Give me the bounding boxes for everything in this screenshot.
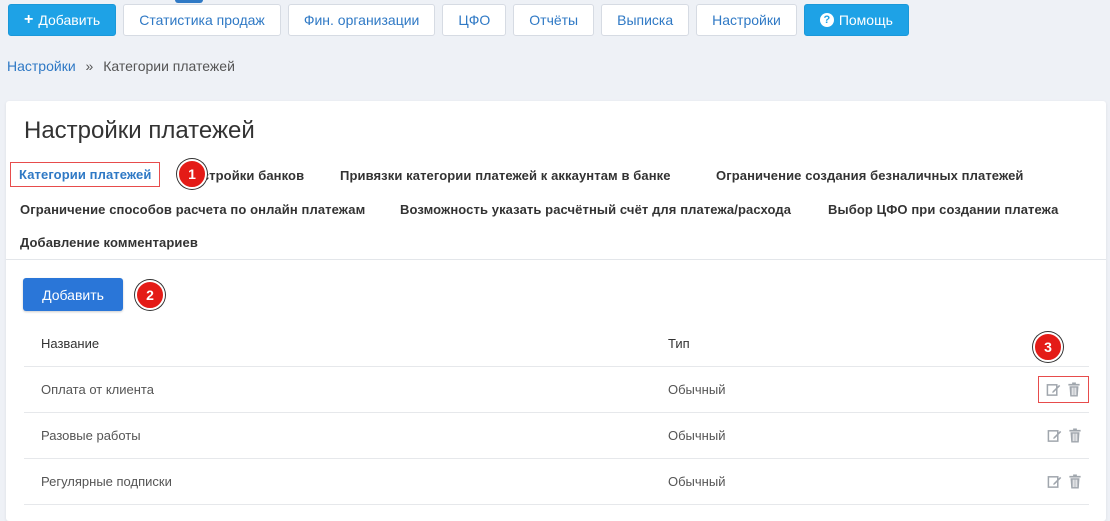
page-title: Настройки платежей [24, 117, 255, 144]
table-row: Регулярные подписки Обычный [24, 458, 1089, 505]
edit-icon[interactable] [1047, 428, 1062, 443]
column-header-name: Название [24, 321, 651, 367]
help-button[interactable]: ? Помощь [803, 4, 909, 36]
row-actions-group [1040, 469, 1089, 494]
annotation-marker-1: 1 [177, 159, 207, 189]
edit-icon[interactable] [1047, 474, 1062, 489]
row-type: Обычный [651, 366, 1001, 413]
plus-icon: + [24, 11, 34, 28]
annotation-marker-2: 2 [135, 280, 165, 310]
table-row: Разовые работы Обычный [24, 412, 1089, 459]
row-actions [1001, 412, 1089, 459]
row-type: Обычный [651, 458, 1001, 505]
table-header-row: Название Тип [24, 321, 1089, 367]
categories-table: Название Тип Оплата от клиента Обычный Р… [24, 321, 1089, 505]
column-header-actions [1001, 321, 1089, 367]
reports-button[interactable]: Отчёты [513, 4, 595, 36]
statement-button[interactable]: Выписка [601, 4, 690, 36]
fin-orgs-button[interactable]: Фин. организации [287, 4, 436, 36]
row-actions-group [1040, 423, 1089, 448]
table-row: Оплата от клиента Обычный [24, 366, 1089, 413]
row-actions-group [1038, 375, 1089, 403]
tab-payment-categories[interactable]: Категории платежей [10, 162, 161, 187]
row-actions [1001, 458, 1089, 505]
breadcrumb: Настройки » Категории платежей [7, 58, 235, 74]
edit-icon[interactable] [1046, 382, 1061, 397]
add-category-button[interactable]: Добавить [23, 278, 123, 311]
help-button-label: Помощь [838, 12, 893, 28]
trash-icon[interactable] [1068, 427, 1082, 443]
tabs-divider [6, 259, 1106, 260]
question-circle-icon: ? [819, 13, 834, 27]
tab-comments[interactable]: Добавление комментариев [20, 235, 198, 250]
breadcrumb-current: Категории платежей [103, 58, 235, 74]
row-name: Оплата от клиента [24, 366, 651, 413]
settings-card: Настройки платежей Категории платежей На… [6, 101, 1106, 521]
sales-stats-button[interactable]: Статистика продаж [123, 4, 281, 36]
add-button-top[interactable]: + Добавить [8, 4, 117, 36]
tab-cashless-restriction[interactable]: Ограничение создания безналичных платеже… [716, 168, 1024, 183]
breadcrumb-separator: » [85, 58, 94, 74]
active-indicator [175, 0, 203, 3]
tab-online-payment-methods[interactable]: Ограничение способов расчета по онлайн п… [20, 202, 365, 217]
tab-settlement-account[interactable]: Возможность указать расчётный счёт для п… [400, 202, 791, 217]
top-toolbar: + Добавить Статистика продаж Фин. органи… [8, 4, 909, 36]
tab-cfo-selection[interactable]: Выбор ЦФО при создании платежа [828, 202, 1059, 217]
tab-category-bank-bindings[interactable]: Привязки категории платежей к аккаунтам … [340, 168, 671, 183]
add-button-label: Добавить [38, 12, 101, 28]
row-type: Обычный [651, 412, 1001, 459]
row-name: Разовые работы [24, 412, 651, 459]
breadcrumb-settings-link[interactable]: Настройки [7, 58, 76, 74]
settings-button[interactable]: Настройки [696, 4, 797, 36]
row-actions [1001, 366, 1089, 413]
trash-icon[interactable] [1067, 381, 1081, 397]
column-header-type: Тип [651, 321, 1001, 367]
row-name: Регулярные подписки [24, 458, 651, 505]
cfo-button[interactable]: ЦФО [442, 4, 507, 36]
trash-icon[interactable] [1068, 473, 1082, 489]
